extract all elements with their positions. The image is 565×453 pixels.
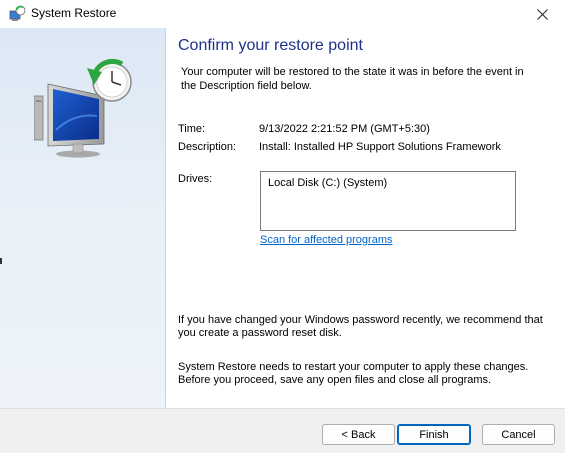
- drives-list[interactable]: Local Disk (C:) (System): [260, 171, 516, 231]
- back-button[interactable]: < Back: [322, 424, 395, 445]
- computer-clock-restore-icon: [34, 58, 132, 158]
- close-icon: [536, 8, 548, 20]
- drive-item: Local Disk (C:) (System): [268, 177, 388, 189]
- cancel-button[interactable]: Cancel: [482, 424, 555, 445]
- intro-text: Your computer will be restored to the st…: [181, 66, 524, 92]
- description-label: Description:: [178, 141, 237, 153]
- system-restore-icon: [9, 5, 26, 21]
- finish-button[interactable]: Finish: [397, 424, 471, 445]
- page-heading: Confirm your restore point: [178, 37, 363, 54]
- scan-affected-programs-link[interactable]: Scan for affected programs: [260, 234, 392, 246]
- title-bar: System Restore: [0, 0, 565, 28]
- side-banner: [0, 28, 166, 408]
- drives-label: Drives:: [178, 173, 213, 185]
- description-value: Install: Installed HP Support Solutions …: [259, 141, 501, 153]
- button-bar: < Back Finish Cancel: [0, 408, 565, 453]
- close-button[interactable]: [519, 0, 565, 28]
- time-label: Time:: [178, 123, 206, 135]
- window-title: System Restore: [31, 6, 117, 20]
- main-content: Confirm your restore point Your computer…: [166, 28, 565, 408]
- time-value: 9/13/2022 2:21:52 PM (GMT+5:30): [259, 123, 430, 135]
- restart-note: System Restore needs to restart your com…: [178, 361, 529, 386]
- password-reset-note: If you have changed your Windows passwor…: [178, 314, 543, 339]
- edge-mark: [0, 258, 2, 264]
